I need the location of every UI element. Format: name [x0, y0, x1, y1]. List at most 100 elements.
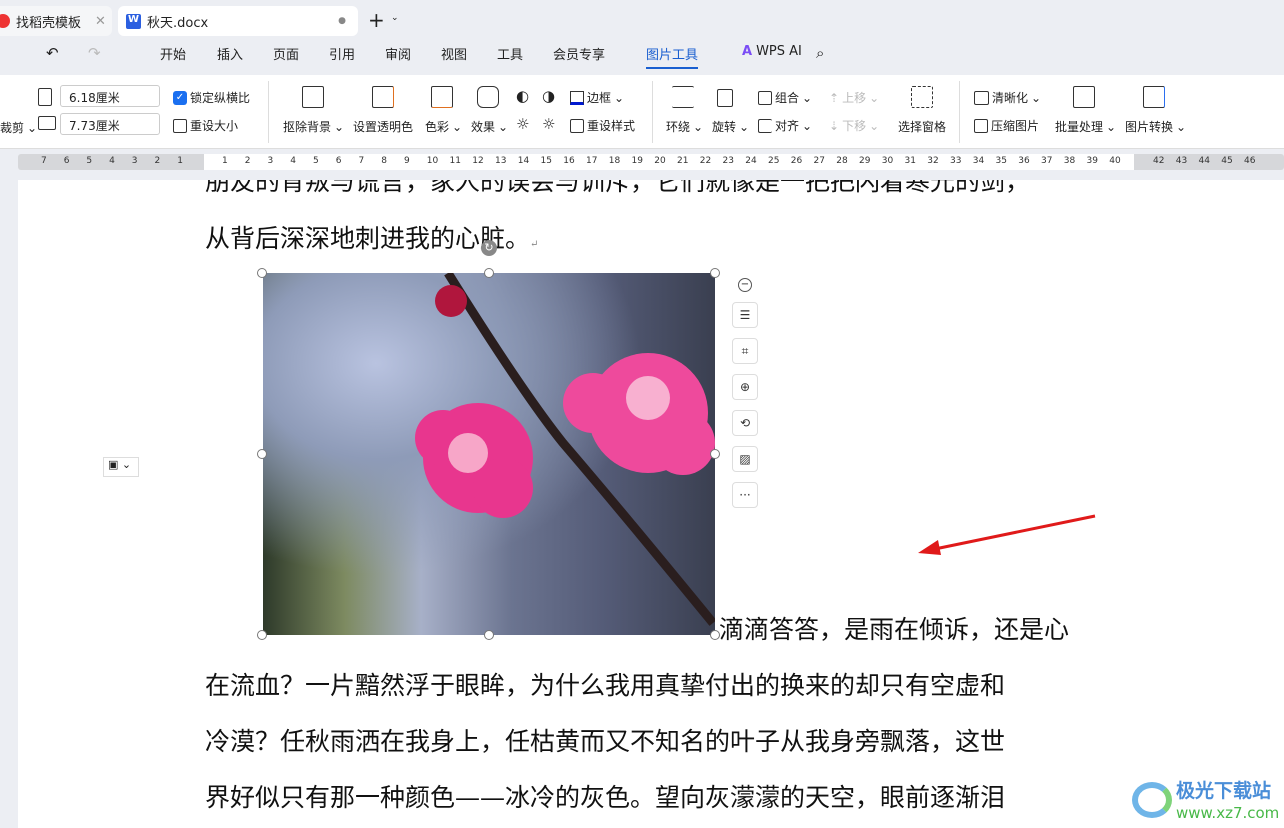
resize-handle[interactable] [484, 268, 494, 278]
wps-ai-button[interactable]: A WPS AI [742, 44, 802, 59]
wrap-button[interactable]: 环绕 ⌄ [666, 118, 703, 135]
effects-icon [477, 86, 499, 108]
logo-icon [0, 14, 10, 28]
menu-review[interactable]: 审阅 [385, 44, 411, 63]
ruler-number: 42 [1153, 156, 1165, 166]
color-button[interactable]: 色彩 ⌄ [425, 118, 462, 135]
selection-pane-button[interactable]: 选择窗格 [898, 118, 946, 135]
menu-member[interactable]: 会员专享 [553, 44, 605, 63]
resize-handle[interactable] [710, 630, 720, 640]
border-icon [570, 90, 584, 105]
ruler-number: 22 [699, 156, 712, 166]
sharpen-button[interactable]: 清晰化 ⌄ [974, 89, 1041, 106]
ruler-number: 16 [563, 156, 575, 166]
resize-handle[interactable] [710, 449, 720, 459]
new-tab-button[interactable]: + [368, 8, 385, 32]
collapse-icon[interactable]: − [738, 278, 752, 292]
ruler-number: 45 [1221, 156, 1233, 166]
ruler-number: 3 [267, 156, 274, 166]
menu-references[interactable]: 引用 [329, 44, 355, 63]
menu-view[interactable]: 视图 [441, 44, 467, 63]
resize-handle[interactable] [484, 630, 494, 640]
menu-page[interactable]: 页面 [273, 44, 299, 63]
swirl-icon [1132, 782, 1172, 818]
color-icon [431, 86, 453, 108]
ruler-number: 33 [950, 156, 962, 166]
ruler-number: 7 [41, 156, 47, 166]
layout-anchor-button[interactable]: ▣ ⌄ [103, 457, 139, 477]
menu-picture-tools[interactable]: 图片工具 [646, 44, 699, 69]
ruler-number: 27 [813, 156, 825, 166]
ruler-number: 46 [1244, 156, 1256, 166]
wrap-icon [672, 86, 694, 108]
ruler-number: 19 [631, 156, 643, 166]
bring-forward-button[interactable]: ⇡ 上移 ⌄ [829, 89, 879, 106]
batch-button[interactable]: 批量处理 ⌄ [1055, 118, 1116, 135]
ruler-number: 12 [472, 156, 484, 166]
align-button[interactable]: 对齐 ⌄ [758, 117, 812, 134]
crop-icon[interactable]: ⌗ [732, 338, 758, 364]
ruler-number: 21 [677, 156, 689, 166]
width-input[interactable]: 6.18厘米 [60, 85, 160, 107]
text-line: 在流血？一片黯然浮于眼眸，为什么我用真挚付出的换来的却只有空虚和 [205, 671, 1006, 700]
ruler-number: 1 [222, 156, 228, 166]
tab-templates[interactable]: 找稻壳模板 ✕ [0, 6, 112, 36]
close-icon[interactable]: ✕ [95, 14, 106, 29]
resize-handle[interactable] [257, 449, 267, 459]
menu-insert[interactable]: 插入 [217, 44, 243, 63]
ruler-number: 14 [517, 156, 530, 166]
horizontal-ruler[interactable]: 7 6 5 4 3 2 1 1 2 3 4 5 6 7 8 9 10 11 12 13 14 15 16 17 18 19 20 21… [18, 154, 1284, 170]
checkbox-icon: ✓ [173, 90, 187, 105]
contrast-down-icon[interactable]: ◑ [542, 87, 555, 105]
height-input[interactable]: 7.73厘米 [60, 113, 160, 135]
paragraph-mark: ↵ [530, 239, 539, 250]
zoom-icon[interactable]: ⊕ [732, 374, 758, 400]
rotate-icon[interactable]: ⟲ [732, 410, 758, 436]
ruler-number: 28 [836, 156, 848, 166]
ruler-number: 7 [358, 156, 365, 166]
more-icon[interactable]: ··· [732, 482, 758, 508]
wps-ai-icon: A [742, 44, 753, 59]
resize-handle[interactable] [710, 268, 720, 278]
watermark-logo: 极光下载站 www.xz7.com [1128, 776, 1284, 828]
rotate-button[interactable]: 旋转 ⌄ [712, 118, 749, 135]
convert-icon [1143, 86, 1165, 108]
contrast-up-icon[interactable]: ◐ [516, 87, 529, 105]
ruler-number: 29 [859, 156, 871, 166]
replace-image-icon[interactable]: ▨ [732, 446, 758, 472]
wrap-icon[interactable]: ☰ [732, 302, 758, 328]
ruler-number: 44 [1198, 156, 1210, 166]
menu-tools[interactable]: 工具 [497, 44, 523, 63]
brightness-down-icon[interactable]: ☼ [542, 115, 555, 133]
reset-style-button[interactable]: 重设样式 [570, 117, 635, 134]
lock-ratio-checkbox[interactable]: ✓ 锁定纵横比 [173, 89, 250, 106]
brightness-up-icon[interactable]: ☼ [516, 115, 529, 133]
reset-size-button[interactable]: 重设大小 [173, 117, 238, 134]
redo-icon[interactable]: ↷ [88, 44, 101, 62]
compress-button[interactable]: 压缩图片 [974, 117, 1039, 134]
ruler-number: 10 [426, 156, 439, 166]
tab-document[interactable]: W 秋天.docx ● [118, 6, 358, 36]
crop-button[interactable]: 裁剪 ⌄ [0, 119, 37, 136]
menu-home[interactable]: 开始 [160, 44, 186, 63]
border-button[interactable]: 边框 ⌄ [570, 89, 624, 106]
remove-bg-button[interactable]: 抠除背景 ⌄ [283, 118, 344, 135]
ruler-number: 4 [109, 156, 115, 166]
ruler-number: 30 [881, 156, 894, 166]
selected-image[interactable] [263, 273, 715, 635]
ruler-number: 20 [654, 156, 666, 166]
ruler-number: 31 [904, 156, 916, 166]
resize-handle[interactable] [257, 268, 267, 278]
resize-handle[interactable] [257, 630, 267, 640]
chevron-down-icon[interactable]: ⌄ [391, 13, 399, 23]
group-button[interactable]: 组合 ⌄ [758, 89, 812, 106]
ruler-number: 6 [335, 156, 342, 166]
remove-bg-icon [302, 86, 324, 108]
undo-icon[interactable]: ↶ [46, 44, 59, 62]
effects-button[interactable]: 效果 ⌄ [471, 118, 508, 135]
set-transparent-button[interactable]: 设置透明色 [353, 118, 413, 135]
send-backward-button[interactable]: ⇣ 下移 ⌄ [829, 117, 879, 134]
rotate-handle[interactable]: ↻ [481, 240, 497, 256]
convert-button[interactable]: 图片转换 ⌄ [1125, 118, 1186, 135]
search-icon[interactable]: ⌕ [816, 44, 824, 62]
